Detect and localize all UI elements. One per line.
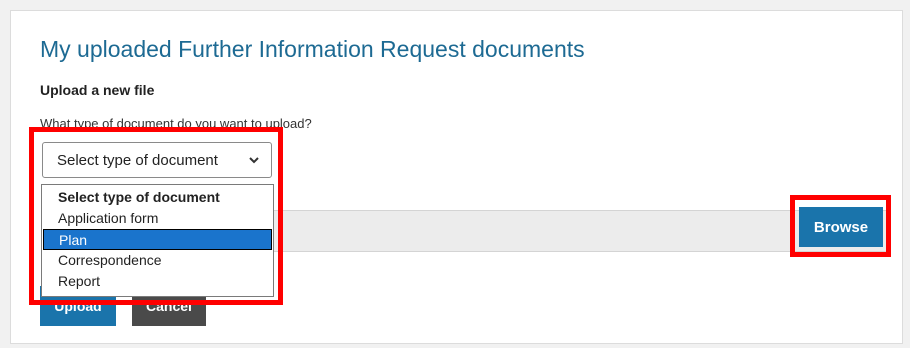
page-title: My uploaded Further Information Request … (40, 36, 585, 62)
dropdown-option-placeholder[interactable]: Select type of document (42, 187, 273, 208)
dropdown-option-report[interactable]: Report (42, 271, 273, 292)
browse-button[interactable]: Browse (799, 207, 883, 247)
dropdown-option-correspondence[interactable]: Correspondence (42, 250, 273, 271)
document-type-dropdown-list: Select type of document Application form… (41, 184, 274, 297)
document-type-question: What type of document do you want to upl… (40, 116, 312, 131)
dropdown-option-plan[interactable]: Plan (43, 229, 272, 250)
document-type-select[interactable]: Select type of document (42, 142, 272, 178)
dropdown-option-application-form[interactable]: Application form (42, 208, 273, 229)
chevron-down-icon (249, 157, 259, 164)
document-type-select-value: Select type of document (57, 151, 218, 169)
upload-subheading: Upload a new file (40, 82, 155, 98)
